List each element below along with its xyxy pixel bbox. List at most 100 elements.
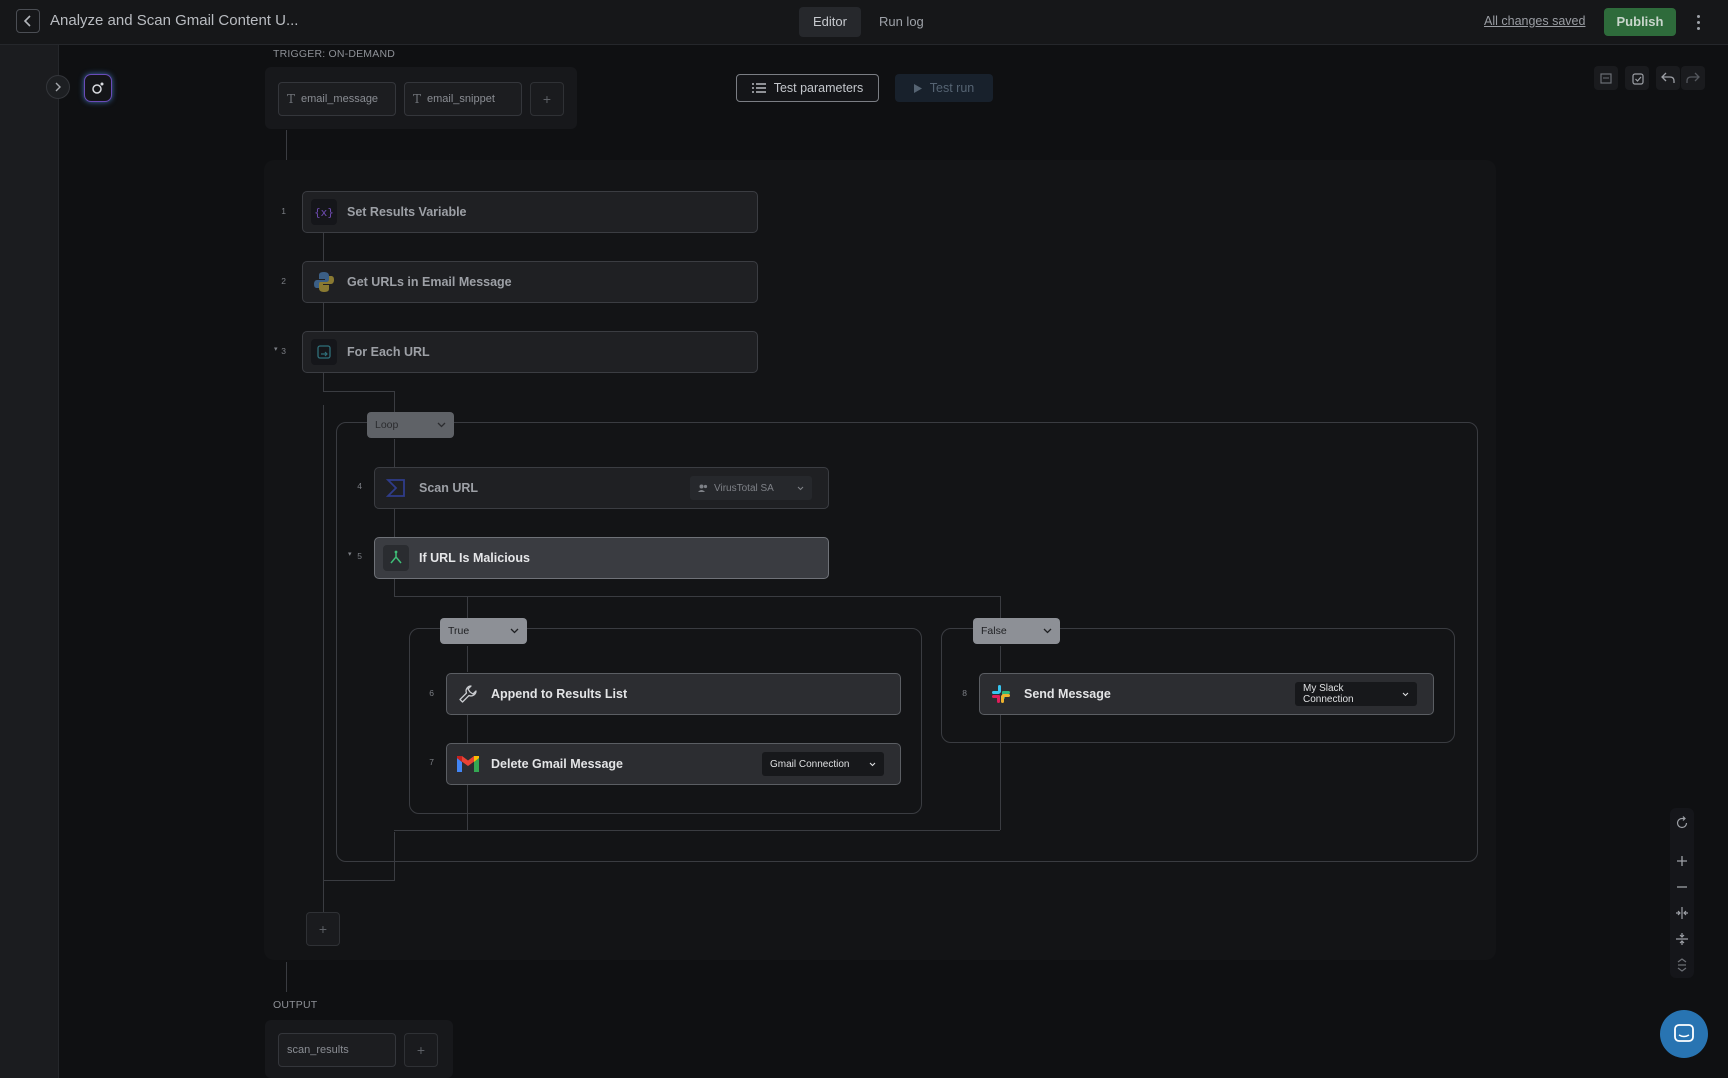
step-name: If URL Is Malicious [419,551,530,565]
step-number: 6 [429,688,434,698]
connection-name: Gmail Connection [770,758,850,770]
add-param-button[interactable]: + [530,82,564,116]
collapse-caret-icon[interactable]: ▾ [348,550,352,558]
param-name: scan_results [287,1044,349,1056]
step-for-each-url[interactable]: For Each URL [302,331,758,373]
more-menu-icon[interactable] [1692,9,1704,35]
redo-button[interactable] [1681,66,1705,90]
variable-icon: {x} [311,199,337,225]
view-tabs: Editor Run log [799,7,938,37]
undo-button[interactable] [1656,66,1680,90]
publish-button[interactable]: Publish [1604,8,1676,36]
save-status[interactable]: All changes saved [1484,14,1585,28]
step-send-message[interactable]: Send Message My Slack Connection [979,673,1434,715]
chevron-down-icon [797,486,804,490]
python-icon [311,269,337,295]
wrench-icon [455,681,481,707]
add-note-button[interactable] [1594,66,1618,90]
slack-icon [988,681,1014,707]
agent-icon [92,82,104,94]
fit-height-icon [1676,933,1688,945]
step-get-urls[interactable]: Get URLs in Email Message [302,261,758,303]
collapse-all-button[interactable] [1670,954,1694,976]
plus-icon: + [318,921,328,937]
zoom-out-button[interactable] [1670,876,1694,898]
param-name: email_snippet [427,93,495,105]
connection-selector[interactable]: Gmail Connection [762,752,884,776]
step-name: Set Results Variable [347,205,467,219]
redo-icon [1686,72,1700,83]
false-branch-selector[interactable]: False [973,618,1060,644]
chevron-down-icon [437,422,446,428]
text-type-icon: T [413,92,422,106]
loop-icon [311,339,337,365]
chevron-down-icon [1043,628,1052,634]
support-chat-button[interactable] [1660,1010,1708,1058]
step-name: Get URLs in Email Message [347,275,512,289]
expand-panel-button[interactable] [46,75,70,99]
step-scan-url[interactable]: Scan URL VirusTotal SA [374,467,829,509]
step-delete-gmail-message[interactable]: Delete Gmail Message Gmail Connection [446,743,901,785]
step-set-results-variable[interactable]: {x} Set Results Variable [302,191,758,233]
chevron-down-icon [1402,692,1409,696]
test-parameters-button[interactable]: Test parameters [736,74,879,102]
output-param-chip[interactable]: scan_results [278,1033,396,1067]
left-panel [0,45,59,1078]
param-name: email_message [301,93,379,105]
true-label: True [448,625,470,637]
text-type-icon: T [287,92,296,106]
branch-icon [383,545,409,571]
step-name: Delete Gmail Message [491,757,624,771]
tab-editor[interactable]: Editor [799,7,861,37]
zoom-in-button[interactable] [1670,850,1694,872]
minus-icon [1677,886,1687,888]
step-if-url-malicious[interactable]: If URL Is Malicious [374,537,829,579]
param-chip[interactable]: T email_snippet [404,82,522,116]
step-number: 8 [962,688,967,698]
step-append-to-results[interactable]: Append to Results List [446,673,901,715]
fit-height-button[interactable] [1670,928,1694,950]
add-output-button[interactable]: + [404,1033,438,1067]
true-branch-selector[interactable]: True [440,618,527,644]
list-icon [751,83,766,93]
loop-branch-selector[interactable]: Loop [367,412,454,438]
fit-width-icon [1676,907,1688,919]
refresh-icon [1676,816,1688,829]
chevron-down-icon [510,628,519,634]
step-name: Send Message [1024,687,1111,701]
connection-selector[interactable]: My Slack Connection [1295,682,1417,706]
validate-button[interactable] [1625,66,1649,90]
workflow-title[interactable]: Analyze and Scan Gmail Content U... [50,12,298,29]
plus-icon: + [542,91,552,107]
chevron-down-icon [869,762,876,766]
test-run-button[interactable]: Test run [895,74,993,102]
collapse-caret-icon[interactable]: ▾ [274,345,278,353]
step-number: 7 [429,757,434,767]
step-name: Scan URL [419,481,479,495]
trigger-label: TRIGGER: ON-DEMAND [273,48,396,60]
true-branch-frame [409,628,922,814]
add-step-button[interactable]: + [306,912,340,946]
step-name: For Each URL [347,345,430,359]
plus-icon: + [416,1042,426,1058]
step-name: Append to Results List [491,687,628,701]
undo-icon [1661,72,1675,83]
ai-agent-button[interactable] [84,74,112,102]
gmail-icon [455,751,481,777]
loop-label: Loop [375,419,399,431]
back-button[interactable] [16,9,40,33]
param-chip[interactable]: T email_message [278,82,396,116]
test-run-label: Test run [929,81,975,95]
collapse-icon [1677,958,1687,972]
fit-width-button[interactable] [1670,902,1694,924]
step-number: 2 [281,276,286,286]
tab-run-log[interactable]: Run log [865,7,938,37]
connection-selector[interactable]: VirusTotal SA [690,476,812,500]
reset-view-button[interactable] [1670,812,1694,834]
step-number: 4 [357,481,362,491]
chevron-right-icon [55,82,61,92]
note-icon [1600,73,1612,84]
users-icon [698,484,708,492]
connection-name: VirusTotal SA [714,482,774,494]
step-number: 1 [281,206,286,216]
